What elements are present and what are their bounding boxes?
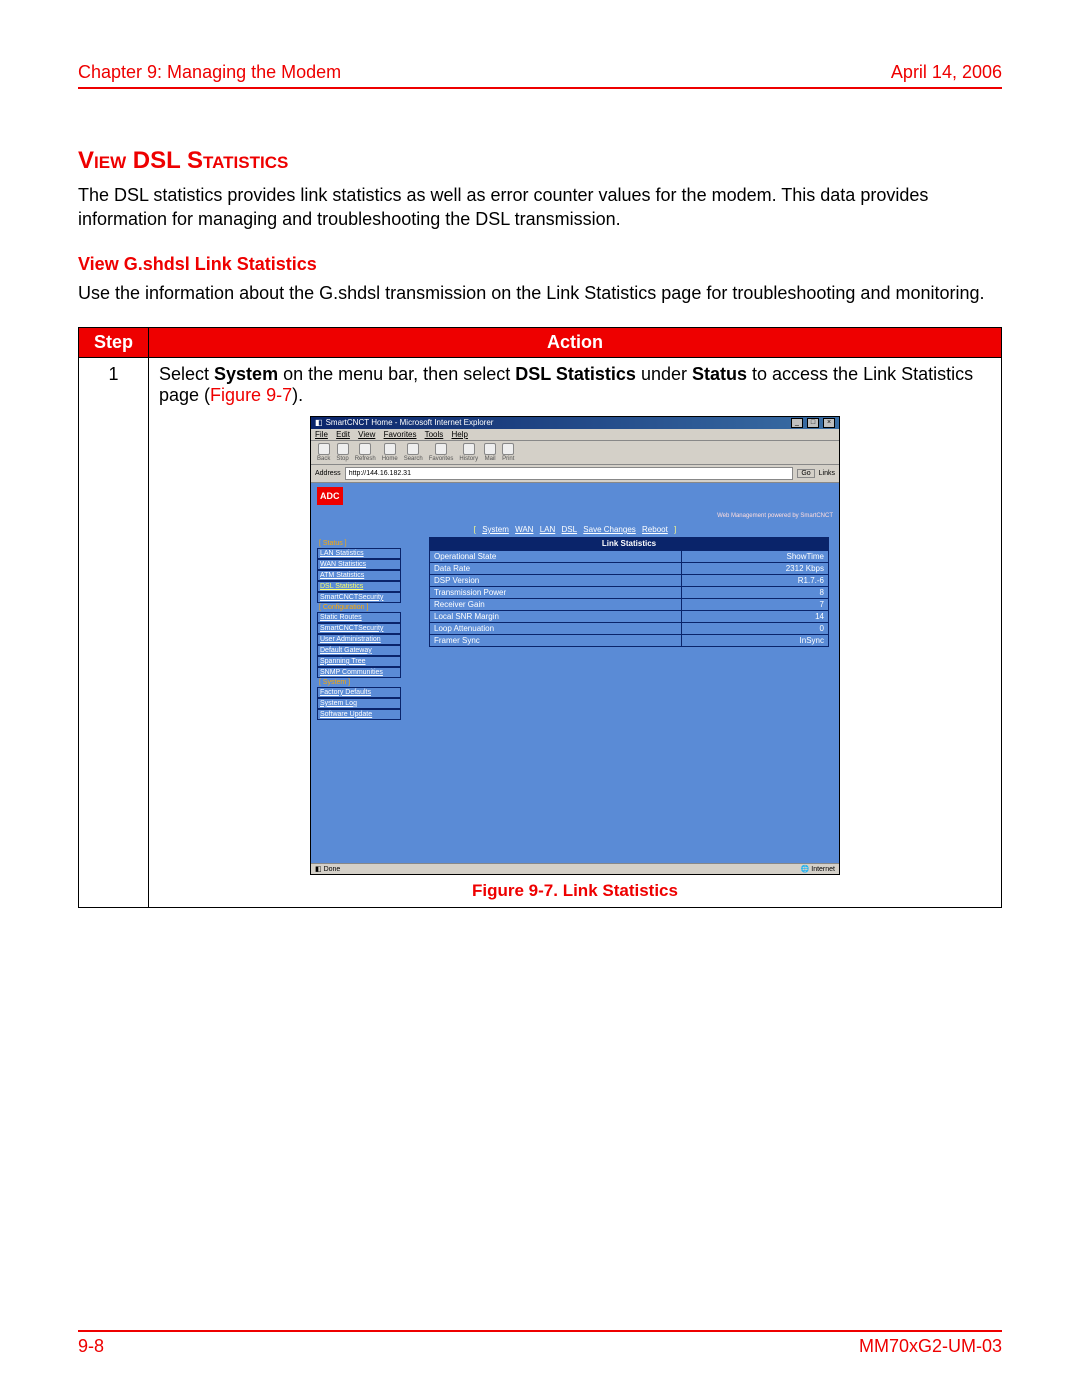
nav-save[interactable]: Save Changes	[583, 525, 635, 534]
stats-row: Operational StateShowTime	[430, 550, 829, 562]
sidebar-item-wan-stats[interactable]: WAN Statistics	[317, 559, 401, 570]
stop-button[interactable]: Stop	[336, 443, 348, 462]
sidebar-item-default-gw[interactable]: Default Gateway	[317, 645, 401, 656]
sub-paragraph: Use the information about the G.shdsl tr…	[78, 281, 1002, 305]
main-nav: [ System WAN LAN DSL Save Changes Reboot…	[311, 525, 839, 534]
sidebar-item-security[interactable]: SmartCNCTSecurity	[317, 592, 401, 603]
sidebar-item-snmp[interactable]: SNMP Communities	[317, 667, 401, 678]
refresh-icon	[359, 443, 371, 455]
powered-by-label: Web Management powered by SmartCNCT	[717, 513, 833, 519]
address-input[interactable]	[345, 467, 794, 480]
sidebar: [ Status ] LAN Statistics WAN Statistics…	[317, 539, 401, 720]
menu-tools[interactable]: Tools	[425, 430, 444, 439]
menu-view[interactable]: View	[358, 430, 375, 439]
sidebar-group-config: [ Configuration ]	[317, 603, 401, 612]
page-body: ADC Web Management powered by SmartCNCT …	[311, 483, 839, 863]
print-button[interactable]: Print	[502, 443, 514, 462]
nav-lan[interactable]: LAN	[540, 525, 556, 534]
intro-paragraph: The DSL statistics provides link statist…	[78, 183, 1002, 232]
refresh-button[interactable]: Refresh	[355, 443, 376, 462]
browser-window: ◧ SmartCNCT Home - Microsoft Internet Ex…	[310, 416, 840, 875]
subtitle: View G.shdsl Link Statistics	[78, 254, 1002, 275]
sidebar-item-user-admin[interactable]: User Administration	[317, 634, 401, 645]
favorites-icon	[435, 443, 447, 455]
mail-icon	[484, 443, 496, 455]
stats-table: Operational StateShowTime Data Rate2312 …	[429, 550, 829, 647]
step-number: 1	[79, 357, 149, 907]
stats-row: Transmission Power8	[430, 586, 829, 598]
menu-favorites[interactable]: Favorites	[384, 430, 417, 439]
figure-caption: Figure 9-7. Link Statistics	[310, 881, 840, 901]
stats-row: Data Rate2312 Kbps	[430, 562, 829, 574]
window-title: SmartCNCT Home - Microsoft Internet Expl…	[326, 418, 494, 427]
maximize-button[interactable]: □	[807, 418, 819, 428]
back-icon	[318, 443, 330, 455]
go-button[interactable]: Go	[797, 469, 814, 478]
links-label[interactable]: Links	[819, 470, 835, 477]
window-titlebar: ◧ SmartCNCT Home - Microsoft Internet Ex…	[311, 417, 839, 429]
sidebar-item-spanning-tree[interactable]: Spanning Tree	[317, 656, 401, 667]
sidebar-item-security2[interactable]: SmartCNCTSecurity	[317, 623, 401, 634]
sidebar-item-static-routes[interactable]: Static Routes	[317, 612, 401, 623]
screenshot: ◧ SmartCNCT Home - Microsoft Internet Ex…	[310, 416, 840, 901]
step-table: Step Action 1 Select System on the menu …	[78, 327, 1002, 908]
sidebar-item-software-update[interactable]: Software Update	[317, 709, 401, 720]
table-row: 1 Select System on the menu bar, then se…	[79, 357, 1002, 907]
search-icon	[407, 443, 419, 455]
page-number: 9-8	[78, 1336, 104, 1357]
stats-title: Link Statistics	[429, 537, 829, 550]
header-bar: Chapter 9: Managing the Modem April 14, …	[78, 62, 1002, 89]
stats-row: Receiver Gain7	[430, 598, 829, 610]
stats-row: Local SNR Margin14	[430, 610, 829, 622]
home-button[interactable]: Home	[382, 443, 398, 462]
close-button[interactable]: ×	[823, 418, 835, 428]
nav-system[interactable]: System	[482, 525, 509, 534]
mail-button[interactable]: Mail	[484, 443, 496, 462]
nav-wan[interactable]: WAN	[515, 525, 533, 534]
stats-row: Framer SyncInSync	[430, 634, 829, 646]
toolbar: Back Stop Refresh Home Search Favorites …	[311, 441, 839, 465]
sidebar-item-lan-stats[interactable]: LAN Statistics	[317, 548, 401, 559]
history-icon	[463, 443, 475, 455]
address-bar: Address Go Links	[311, 465, 839, 483]
nav-dsl[interactable]: DSL	[562, 525, 578, 534]
action-text: Select System on the menu bar, then sele…	[159, 364, 973, 405]
sidebar-item-dsl-stats[interactable]: DSL Statistics	[317, 581, 401, 592]
sidebar-group-system: [ System ]	[317, 678, 401, 687]
minimize-button[interactable]: _	[791, 418, 803, 428]
stats-panel: Link Statistics Operational StateShowTim…	[429, 537, 829, 647]
chapter-label: Chapter 9: Managing the Modem	[78, 62, 341, 83]
sidebar-item-factory-defaults[interactable]: Factory Defaults	[317, 687, 401, 698]
address-label: Address	[315, 470, 341, 477]
section-title: View DSL Statistics	[78, 147, 1002, 175]
date-label: April 14, 2006	[891, 62, 1002, 83]
status-bar: ◧ Done 🌐 Internet	[311, 863, 839, 874]
status-done: ◧ Done	[315, 865, 340, 873]
menu-bar[interactable]: File Edit View Favorites Tools Help	[311, 429, 839, 441]
stats-row: DSP VersionR1.7.-6	[430, 574, 829, 586]
nav-reboot[interactable]: Reboot	[642, 525, 668, 534]
doc-id: MM70xG2-UM-03	[859, 1336, 1002, 1357]
sidebar-item-system-log[interactable]: System Log	[317, 698, 401, 709]
menu-edit[interactable]: Edit	[336, 430, 350, 439]
adc-logo: ADC	[317, 487, 343, 505]
history-button[interactable]: History	[459, 443, 478, 462]
action-cell: Select System on the menu bar, then sele…	[149, 357, 1002, 907]
favorites-button[interactable]: Favorites	[429, 443, 454, 462]
stats-row: Loop Attenuation0	[430, 622, 829, 634]
ie-icon: ◧	[315, 418, 323, 427]
stop-icon	[337, 443, 349, 455]
print-icon	[502, 443, 514, 455]
menu-file[interactable]: File	[315, 430, 328, 439]
home-icon	[384, 443, 396, 455]
sidebar-group-status: [ Status ]	[317, 539, 401, 548]
footer-bar: 9-8 MM70xG2-UM-03	[78, 1330, 1002, 1357]
menu-help[interactable]: Help	[452, 430, 468, 439]
search-button[interactable]: Search	[404, 443, 423, 462]
status-zone: 🌐 Internet	[801, 865, 835, 873]
sidebar-item-atm-stats[interactable]: ATM Statistics	[317, 570, 401, 581]
back-button[interactable]: Back	[317, 443, 330, 462]
th-action: Action	[149, 327, 1002, 357]
th-step: Step	[79, 327, 149, 357]
